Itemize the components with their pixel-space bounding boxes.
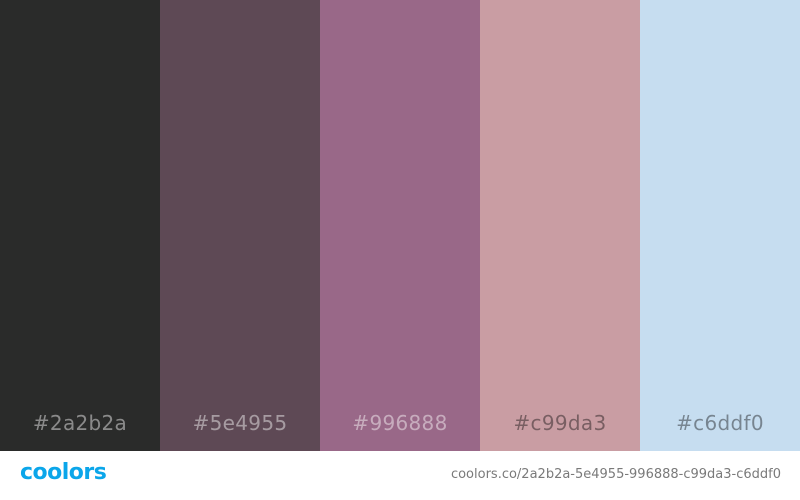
color-swatch-2[interactable]: #5e4955 [160,0,320,451]
color-swatch-4[interactable]: #c99da3 [480,0,640,451]
color-swatch-3[interactable]: #996888 [320,0,480,451]
palette-url-link[interactable]: coolors.co/2a2b2a-5e4955-996888-c99da3-c… [451,467,781,482]
color-palette: #2a2b2a #5e4955 #996888 #c99da3 #c6ddf0 [0,0,800,451]
color-swatch-1[interactable]: #2a2b2a [0,0,160,451]
coolors-logo[interactable]: coolors [20,460,107,485]
swatch-hex-label: #c6ddf0 [676,411,764,435]
swatch-hex-label: #2a2b2a [32,411,128,435]
color-swatch-5[interactable]: #c6ddf0 [640,0,800,451]
swatch-hex-label: #996888 [352,411,448,435]
swatch-hex-label: #5e4955 [192,411,288,435]
footer-bar: coolors coolors.co/2a2b2a-5e4955-996888-… [0,451,800,500]
swatch-hex-label: #c99da3 [513,411,607,435]
